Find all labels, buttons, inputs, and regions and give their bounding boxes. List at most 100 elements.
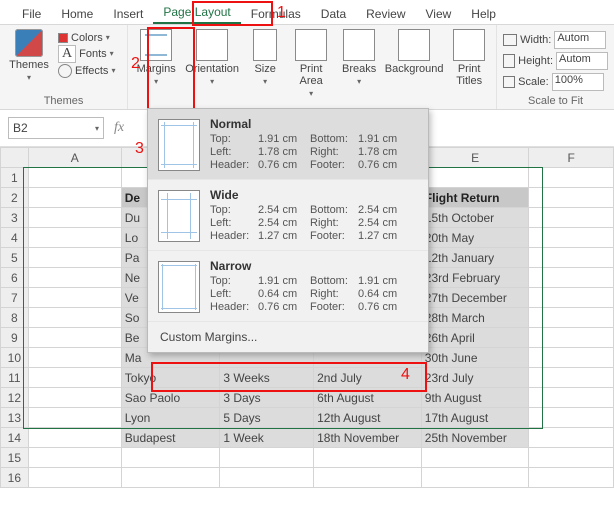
tab-data[interactable]: Data <box>311 3 356 24</box>
print-titles-button[interactable]: Print Titles <box>448 27 490 98</box>
margins-button[interactable]: Margins ▾ <box>134 27 178 98</box>
cell-F10[interactable] <box>529 348 614 368</box>
cell-E8[interactable]: 28th March <box>421 308 529 328</box>
cell-F15[interactable] <box>529 448 614 468</box>
tab-view[interactable]: View <box>416 3 462 24</box>
cell-A8[interactable] <box>28 308 121 328</box>
fx-icon[interactable]: fx <box>114 120 124 136</box>
cell-D15[interactable] <box>314 448 422 468</box>
cell-A4[interactable] <box>28 228 121 248</box>
col-header-E[interactable]: E <box>421 148 529 168</box>
fonts-button[interactable]: AFonts▾ <box>58 45 115 63</box>
cell-A1[interactable] <box>28 168 121 188</box>
cell-A13[interactable] <box>28 408 121 428</box>
name-box[interactable]: B2 ▾ <box>8 117 104 139</box>
colors-button[interactable]: Colors▾ <box>58 32 115 44</box>
cell-E10[interactable]: 30th June <box>421 348 529 368</box>
breaks-button[interactable]: Breaks ▾ <box>338 27 380 98</box>
row-header-9[interactable]: 9 <box>1 328 29 348</box>
cell-B16[interactable] <box>121 468 220 488</box>
cell-D12[interactable]: 6th August <box>314 388 422 408</box>
cell-E13[interactable]: 17th August <box>421 408 529 428</box>
cell-E1[interactable] <box>421 168 529 188</box>
cell-F6[interactable] <box>529 268 614 288</box>
cell-A7[interactable] <box>28 288 121 308</box>
row-header-10[interactable]: 10 <box>1 348 29 368</box>
cell-F3[interactable] <box>529 208 614 228</box>
cell-F7[interactable] <box>529 288 614 308</box>
cell-A3[interactable] <box>28 208 121 228</box>
scale-input[interactable]: 100% <box>552 73 604 91</box>
cell-F16[interactable] <box>529 468 614 488</box>
cell-E6[interactable]: 23rd February <box>421 268 529 288</box>
row-header-12[interactable]: 12 <box>1 388 29 408</box>
margins-option-normal[interactable]: NormalTop:1.91 cmBottom:1.91 cmLeft:1.78… <box>148 109 428 180</box>
cell-D13[interactable]: 12th August <box>314 408 422 428</box>
effects-button[interactable]: Effects▾ <box>58 64 115 78</box>
tab-page-layout[interactable]: Page Layout <box>153 1 240 24</box>
cell-B11[interactable]: Tokyo <box>121 368 220 388</box>
cell-F14[interactable] <box>529 428 614 448</box>
cell-B14[interactable]: Budapest <box>121 428 220 448</box>
cell-E4[interactable]: 20th May <box>421 228 529 248</box>
row-header-7[interactable]: 7 <box>1 288 29 308</box>
select-all-corner[interactable] <box>1 148 29 168</box>
row-header-4[interactable]: 4 <box>1 228 29 248</box>
print-area-button[interactable]: Print Area ▾ <box>290 27 332 98</box>
cell-A5[interactable] <box>28 248 121 268</box>
orientation-button[interactable]: Orientation ▾ <box>184 27 240 98</box>
cell-A11[interactable] <box>28 368 121 388</box>
cell-F13[interactable] <box>529 408 614 428</box>
row-header-8[interactable]: 8 <box>1 308 29 328</box>
row-header-3[interactable]: 3 <box>1 208 29 228</box>
cell-A12[interactable] <box>28 388 121 408</box>
tab-formulas[interactable]: Formulas <box>241 3 311 24</box>
cell-F5[interactable] <box>529 248 614 268</box>
cell-E15[interactable] <box>421 448 529 468</box>
cell-A16[interactable] <box>28 468 121 488</box>
tab-insert[interactable]: Insert <box>103 3 153 24</box>
cell-E14[interactable]: 25th November <box>421 428 529 448</box>
cell-B12[interactable]: Sao Paolo <box>121 388 220 408</box>
cell-F11[interactable] <box>529 368 614 388</box>
cell-F2[interactable] <box>529 188 614 208</box>
custom-margins-button[interactable]: Custom Margins... <box>148 322 428 352</box>
tab-file[interactable]: File <box>12 3 51 24</box>
cell-E9[interactable]: 26th April <box>421 328 529 348</box>
cell-F9[interactable] <box>529 328 614 348</box>
cell-E7[interactable]: 27th December <box>421 288 529 308</box>
row-header-14[interactable]: 14 <box>1 428 29 448</box>
size-button[interactable]: Size ▾ <box>246 27 284 98</box>
row-header-11[interactable]: 11 <box>1 368 29 388</box>
cell-C13[interactable]: 5 Days <box>220 408 314 428</box>
cell-C14[interactable]: 1 Week <box>220 428 314 448</box>
cell-E3[interactable]: 15th October <box>421 208 529 228</box>
cell-A6[interactable] <box>28 268 121 288</box>
cell-A10[interactable] <box>28 348 121 368</box>
cell-D14[interactable]: 18th November <box>314 428 422 448</box>
tab-home[interactable]: Home <box>51 3 103 24</box>
cell-A15[interactable] <box>28 448 121 468</box>
cell-A14[interactable] <box>28 428 121 448</box>
row-header-1[interactable]: 1 <box>1 168 29 188</box>
col-header-F[interactable]: F <box>529 148 614 168</box>
tab-review[interactable]: Review <box>356 3 415 24</box>
col-header-A[interactable]: A <box>28 148 121 168</box>
margins-option-wide[interactable]: WideTop:2.54 cmBottom:2.54 cmLeft:2.54 c… <box>148 180 428 251</box>
cell-E11[interactable]: 23rd July <box>421 368 529 388</box>
cell-A2[interactable] <box>28 188 121 208</box>
cell-E16[interactable] <box>421 468 529 488</box>
cell-E12[interactable]: 9th August <box>421 388 529 408</box>
cell-B15[interactable] <box>121 448 220 468</box>
cell-C16[interactable] <box>220 468 314 488</box>
height-input[interactable]: Autom <box>556 52 608 70</box>
row-header-15[interactable]: 15 <box>1 448 29 468</box>
cell-C15[interactable] <box>220 448 314 468</box>
background-button[interactable]: Background <box>386 27 442 98</box>
cell-F4[interactable] <box>529 228 614 248</box>
row-header-16[interactable]: 16 <box>1 468 29 488</box>
tab-help[interactable]: Help <box>461 3 506 24</box>
row-header-2[interactable]: 2 <box>1 188 29 208</box>
cell-E2[interactable]: Flight Return <box>421 188 529 208</box>
cell-F8[interactable] <box>529 308 614 328</box>
